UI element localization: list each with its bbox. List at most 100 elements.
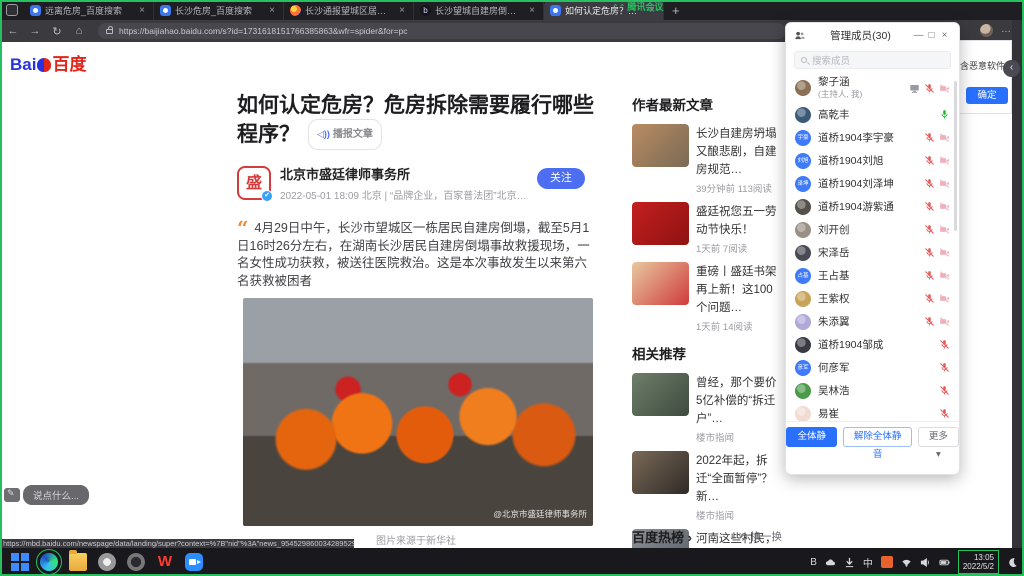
author-avatar[interactable]: 盛: [237, 166, 271, 200]
download-icon[interactable]: [844, 557, 855, 568]
panel-maximize-button[interactable]: □: [925, 30, 938, 41]
tab-close-icon[interactable]: ×: [397, 5, 407, 16]
camera-off-icon[interactable]: [939, 247, 950, 258]
member-row[interactable]: 吴林浩: [786, 379, 959, 402]
article-photo[interactable]: @北京市盛廷律师事务所: [243, 298, 593, 526]
back-icon[interactable]: ←: [4, 25, 22, 37]
new-tab-button[interactable]: +: [672, 3, 680, 18]
member-row[interactable]: 高乾丰: [786, 103, 959, 126]
camera-off-icon[interactable]: [939, 270, 950, 281]
volume-icon[interactable]: [920, 557, 931, 568]
mute-all-button[interactable]: 全体静音: [786, 427, 837, 447]
mic-off-icon[interactable]: [924, 178, 935, 189]
camera-off-icon[interactable]: [939, 132, 950, 143]
mic-off-icon[interactable]: [924, 224, 935, 235]
member-search-input[interactable]: 搜索成员: [794, 51, 951, 69]
browser-profile-avatar[interactable]: [980, 24, 993, 37]
related-article-item[interactable]: 曾经，那个要价5亿补偿的“拆迁户”…楼市指闻: [632, 373, 784, 444]
mic-off-icon[interactable]: [924, 293, 935, 304]
member-list-scrollbar[interactable]: [954, 81, 957, 231]
camera-off-icon[interactable]: [939, 83, 950, 94]
member-row[interactable]: 易崔: [786, 402, 959, 421]
screen-share-icon[interactable]: [909, 83, 920, 94]
member-row[interactable]: 刘旭道桥1904刘旭: [786, 149, 959, 172]
start-button[interactable]: [11, 553, 29, 571]
taskbar-explorer-icon[interactable]: [69, 553, 87, 571]
camera-off-icon[interactable]: [939, 316, 950, 327]
author-name[interactable]: 北京市盛廷律师事务所: [280, 164, 530, 183]
tray-letter-icon[interactable]: B: [810, 557, 817, 568]
member-row[interactable]: 朱添翼: [786, 310, 959, 333]
browser-tab[interactable]: 长沙通报望城区居民自建房倒塌×: [284, 0, 414, 20]
member-row[interactable]: 彦军何彦军: [786, 356, 959, 379]
collapse-chevron-icon[interactable]: ‹: [1003, 60, 1020, 77]
member-row[interactable]: 泽坤道桥1904刘泽坤: [786, 172, 959, 195]
home-icon[interactable]: ⌂: [70, 25, 88, 37]
browser-tab[interactable]: b长沙望城自建房倒塌事故已救出×: [414, 0, 544, 20]
mic-off-icon[interactable]: [924, 83, 935, 94]
more-button[interactable]: 更多 ▾: [918, 427, 959, 447]
mic-off-icon[interactable]: [939, 408, 950, 419]
browser-tab[interactable]: 远离危房_百度搜索×: [24, 0, 154, 20]
forward-icon[interactable]: →: [26, 25, 44, 37]
tab-close-icon[interactable]: ×: [527, 5, 537, 16]
broadcast-badge[interactable]: ◁))播报文章: [308, 119, 382, 150]
taskbar-app-icon[interactable]: [127, 553, 145, 571]
browser-tab[interactable]: 长沙危房_百度搜索×: [154, 0, 284, 20]
member-row[interactable]: 道桥1904邹成: [786, 333, 959, 356]
camera-off-icon[interactable]: [939, 293, 950, 304]
panel-minimize-button[interactable]: —: [912, 30, 925, 41]
camera-off-icon[interactable]: [939, 224, 950, 235]
latest-article-item[interactable]: 长沙自建房坍塌又酿悲剧，自建房规范…39分钟前 113阅读: [632, 124, 784, 195]
member-row[interactable]: 黎子涵(主持人, 我): [786, 73, 959, 103]
mic-off-icon[interactable]: [924, 201, 935, 212]
moon-icon[interactable]: [1007, 557, 1018, 568]
taskbar-wps-icon[interactable]: W: [156, 553, 174, 571]
taskbar-browser2-icon[interactable]: [98, 553, 116, 571]
notification-ok-button[interactable]: 确定: [966, 87, 1008, 104]
tab-close-icon[interactable]: ×: [137, 5, 147, 16]
mic-on-icon[interactable]: [939, 109, 950, 120]
camera-off-icon[interactable]: [939, 201, 950, 212]
member-row[interactable]: 刘开创: [786, 218, 959, 241]
battery-icon[interactable]: [939, 557, 950, 568]
unmute-all-button[interactable]: 解除全体静音: [843, 427, 911, 447]
address-bar[interactable]: https://baijiahao.baidu.com/s?id=1731618…: [98, 23, 786, 39]
wifi-icon[interactable]: [901, 557, 912, 568]
refresh-icon[interactable]: ↻: [48, 25, 66, 38]
taskbar-meeting-icon[interactable]: [185, 553, 203, 571]
mic-off-icon[interactable]: [939, 339, 950, 350]
mic-off-icon[interactable]: [924, 247, 935, 258]
panel-close-button[interactable]: ×: [938, 30, 951, 41]
camera-off-icon[interactable]: [939, 155, 950, 166]
tab-close-icon[interactable]: ×: [267, 5, 277, 16]
browser-menu-icon[interactable]: …: [1001, 24, 1012, 35]
baidu-logo[interactable]: Bai百度: [10, 50, 86, 75]
related-article-item[interactable]: 2022年起，拆迁“全面暂停”？新…楼市指闻: [632, 451, 784, 522]
mic-off-icon[interactable]: [924, 155, 935, 166]
member-row[interactable]: 道桥1904游紫通: [786, 195, 959, 218]
member-row[interactable]: 宋泽岳: [786, 241, 959, 264]
refresh-list-button[interactable]: ⟲ 换一换: [739, 529, 782, 544]
mic-off-icon[interactable]: [924, 132, 935, 143]
mic-off-icon[interactable]: [924, 316, 935, 327]
input-method-indicator[interactable]: 中: [863, 555, 873, 570]
latest-article-item[interactable]: 重磅丨盛廷书架再上新！这100个问题…1天前 14阅读: [632, 262, 784, 333]
hot-list-link[interactable]: 百度热榜 ›: [632, 527, 692, 546]
taskbar-clock[interactable]: 13:052022/5/2: [958, 550, 999, 574]
follow-button[interactable]: 关注: [537, 168, 585, 189]
member-row[interactable]: 占基王占基: [786, 264, 959, 287]
mic-off-icon[interactable]: [924, 270, 935, 281]
taskbar-edge-icon[interactable]: [40, 553, 58, 571]
cloud-icon[interactable]: [825, 557, 836, 568]
member-row[interactable]: 王紫权: [786, 287, 959, 310]
tray-meeting-icon[interactable]: [881, 556, 893, 568]
comment-placeholder[interactable]: 说点什么...: [23, 485, 89, 505]
mic-off-icon[interactable]: [939, 385, 950, 396]
camera-off-icon[interactable]: [939, 178, 950, 189]
tab-actions-icon[interactable]: [6, 4, 18, 16]
latest-article-item[interactable]: 盛廷祝您五一劳动节快乐！1天前 7阅读: [632, 202, 784, 255]
mic-off-icon[interactable]: [939, 362, 950, 373]
member-row[interactable]: 宇豪道桥1904李宇豪: [786, 126, 959, 149]
comment-bar[interactable]: 说点什么...: [4, 485, 89, 505]
